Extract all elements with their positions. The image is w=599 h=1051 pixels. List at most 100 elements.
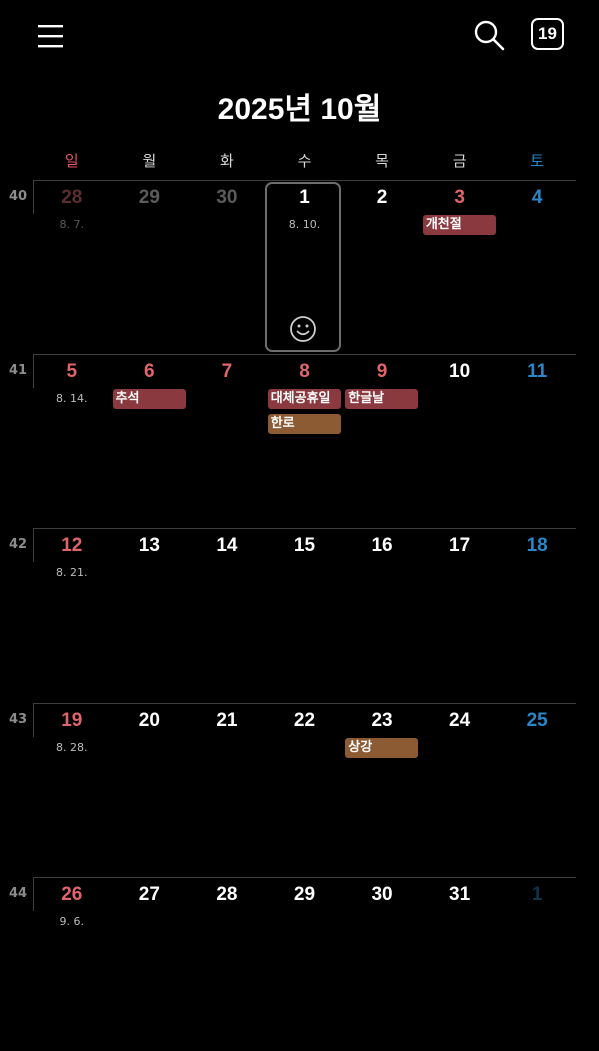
day-number: 23	[371, 710, 393, 731]
day-cell[interactable]: 13	[111, 528, 189, 702]
day-cell[interactable]: 14	[188, 528, 266, 702]
day-number: 29	[138, 187, 160, 208]
event-chip[interactable]: 개천절	[422, 215, 496, 235]
month-title[interactable]: 2025년 10월	[0, 84, 599, 128]
day-cell[interactable]: 1	[498, 877, 576, 1051]
weekday-label: 수	[297, 152, 312, 170]
top-bar: 19	[0, 0, 599, 72]
week-row: 42 12 8. 21. 13 14 15 16 17 18	[0, 528, 599, 702]
search-icon[interactable]	[472, 18, 506, 52]
lunar-date: 8. 7.	[59, 218, 85, 231]
week-row: 41 5 8. 14. 6 추석 7 8 대체공휴일한로 9 한글날 10 11	[0, 354, 599, 528]
day-cell[interactable]: 21	[188, 703, 266, 877]
weekday-header: 일월화수목금토	[33, 150, 576, 172]
day-cell[interactable]: 8 대체공휴일한로	[266, 354, 344, 528]
day-number: 22	[293, 710, 316, 731]
week-number: 44	[8, 886, 28, 901]
weekday-label: 목	[375, 152, 389, 170]
day-cell[interactable]: 18	[498, 528, 576, 702]
event-chip[interactable]: 한글날	[345, 389, 419, 409]
day-number: 30	[216, 187, 238, 208]
weekday-label: 월	[142, 152, 157, 170]
day-number: 28	[216, 884, 238, 905]
day-number: 11	[527, 361, 548, 382]
day-number: 1	[531, 884, 543, 905]
day-cell[interactable]: 29	[266, 877, 344, 1051]
week-row: 44 26 9. 6. 27 28 29 30 31 1	[0, 877, 599, 1051]
day-cell[interactable]: 30	[188, 180, 266, 354]
day-cell[interactable]: 19 8. 28.	[33, 703, 111, 877]
day-cell[interactable]: 2	[343, 180, 421, 354]
day-number: 14	[216, 535, 238, 556]
day-cell[interactable]: 5 8. 14.	[33, 354, 111, 528]
day-number: 16	[371, 535, 393, 556]
day-cell[interactable]: 17	[421, 528, 499, 702]
day-number: 8	[299, 361, 310, 382]
week-number: 42	[8, 537, 28, 552]
day-cell[interactable]: 24	[421, 703, 499, 877]
week-number: 41	[8, 363, 28, 378]
day-number: 7	[221, 361, 233, 382]
day-number: 5	[66, 361, 78, 382]
day-number: 2	[376, 187, 388, 208]
day-number: 26	[61, 884, 83, 905]
day-number: 20	[138, 710, 160, 731]
week-row: 43 19 8. 28. 20 21 22 23 상강 24 25	[0, 703, 599, 877]
day-number: 6	[144, 361, 155, 382]
day-number: 24	[449, 710, 471, 731]
event-chip[interactable]: 대체공휴일	[267, 389, 341, 409]
menu-icon[interactable]	[34, 20, 68, 52]
day-number: 19	[61, 710, 83, 731]
day-cell[interactable]: 12 8. 21.	[33, 528, 111, 702]
smiley-icon[interactable]	[289, 315, 317, 343]
day-cell[interactable]: 7	[188, 354, 266, 528]
day-number: 18	[526, 535, 548, 556]
weekday-label: 토	[530, 152, 545, 170]
weekday-label: 일	[64, 152, 79, 170]
go-to-today-button[interactable]: 19	[531, 18, 564, 50]
lunar-date: 8. 14.	[56, 392, 88, 405]
lunar-date: 8. 21.	[56, 566, 88, 579]
day-number: 3	[454, 187, 465, 208]
weekday-label: 화	[220, 152, 234, 170]
day-cell[interactable]: 31	[421, 877, 499, 1051]
day-cell[interactable]: 10	[421, 354, 499, 528]
event-chip[interactable]: 한로	[267, 414, 341, 434]
day-cell[interactable]: 29	[111, 180, 189, 354]
day-number: 1	[299, 187, 310, 208]
day-cell[interactable]: 4	[498, 180, 576, 354]
day-cell[interactable]: 28 8. 7.	[33, 180, 111, 354]
day-number: 12	[61, 535, 83, 556]
day-cell[interactable]: 3 개천절	[421, 180, 499, 354]
day-number: 17	[449, 535, 471, 556]
event-chip[interactable]: 상강	[345, 738, 419, 758]
day-number: 27	[138, 884, 160, 905]
day-cell[interactable]: 6 추석	[111, 354, 189, 528]
lunar-date: 8. 10.	[288, 218, 321, 231]
day-cell[interactable]: 28	[188, 877, 266, 1051]
day-number: 10	[449, 361, 471, 382]
day-cell[interactable]: 26 9. 6.	[33, 877, 111, 1051]
day-number: 15	[293, 535, 316, 556]
day-cell[interactable]: 15	[266, 528, 344, 702]
day-number: 21	[216, 710, 238, 731]
day-number: 9	[376, 361, 388, 382]
day-cell[interactable]: 23 상강	[343, 703, 421, 877]
day-cell[interactable]: 20	[111, 703, 189, 877]
day-number: 30	[371, 884, 393, 905]
day-cell[interactable]: 25	[498, 703, 576, 877]
day-cell[interactable]: 9 한글날	[343, 354, 421, 528]
day-number: 13	[138, 535, 160, 556]
day-number: 25	[526, 710, 548, 731]
lunar-date: 9. 6.	[59, 915, 85, 928]
day-cell[interactable]: 22	[266, 703, 344, 877]
event-chip[interactable]: 추석	[112, 389, 186, 409]
day-cell[interactable]: 11	[498, 354, 576, 528]
day-cell[interactable]: 27	[111, 877, 189, 1051]
lunar-date: 8. 28.	[56, 741, 88, 754]
day-cell[interactable]: 16	[343, 528, 421, 702]
day-number: 4	[531, 187, 543, 208]
weekday-label: 금	[452, 152, 467, 170]
week-number: 40	[8, 189, 28, 204]
day-cell[interactable]: 30	[343, 877, 421, 1051]
